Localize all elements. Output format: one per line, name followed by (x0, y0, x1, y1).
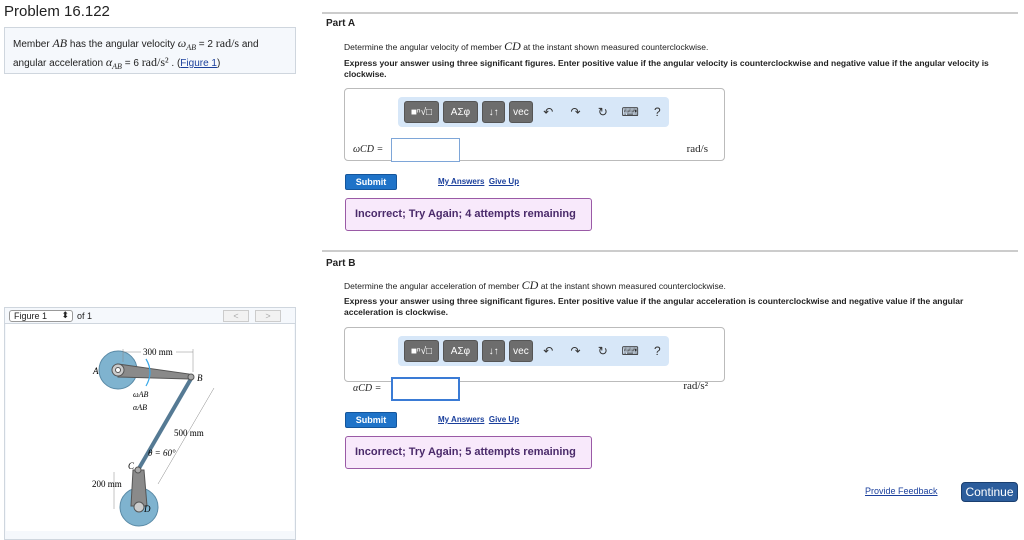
sub: AB (186, 43, 197, 52)
divider (322, 12, 1018, 14)
alpha-cd-input[interactable] (391, 377, 460, 401)
part-a-question: Determine the angular velocity of member… (344, 39, 708, 54)
text: ) (216, 58, 221, 69)
figure-select-value: Figure 1 (14, 310, 48, 321)
figure-image: 300 mm 500 mm 200 mm θ = 60° A B C D ωAB… (6, 324, 294, 531)
updown-icon: ⬍ (61, 310, 69, 320)
omega-cd-input[interactable] (391, 138, 460, 162)
unit-label: rad/s² (683, 380, 708, 392)
var: CD (504, 39, 521, 53)
omega-symbol: ω (177, 36, 187, 50)
text: Member (13, 39, 53, 50)
text: has the angular velocity (67, 39, 178, 50)
vec-button[interactable]: vec (509, 101, 533, 123)
figure-panel: Figure 1 ⬍ of 1 < > 300 mm 500 mm 200 mm … (4, 307, 296, 540)
keyboard-icon[interactable]: ⌨ (618, 344, 641, 358)
redo-icon[interactable]: ↷ (564, 105, 587, 119)
sub: AB (112, 62, 122, 71)
label-d: D (143, 504, 151, 514)
text: Determine the angular acceleration of me… (344, 281, 522, 291)
label-alpha-ab: αAB (133, 403, 147, 412)
greek-button[interactable]: ΑΣφ (442, 101, 478, 123)
label-a: A (92, 366, 99, 376)
problem-title: Problem 16.122 (4, 3, 110, 20)
templates-button[interactable]: ■ⁿ√□ (404, 340, 439, 362)
arrows-button[interactable]: ↓↑ (481, 101, 506, 123)
keyboard-icon[interactable]: ⌨ (618, 105, 641, 119)
feedback-message: Incorrect; Try Again; 4 attempts remaini… (345, 198, 592, 231)
var-ab: AB (52, 36, 68, 50)
dim-500: 500 mm (174, 428, 204, 438)
provide-feedback-link[interactable]: Provide Feedback (865, 486, 938, 496)
var: CD (521, 278, 539, 292)
text: = 6 (121, 58, 142, 69)
part-b-instructions: Express your answer using three signific… (344, 296, 964, 317)
greek-button[interactable]: ΑΣφ (442, 340, 478, 362)
part-a-instructions: Express your answer using three signific… (344, 58, 989, 79)
my-answers-link[interactable]: My Answers (438, 177, 484, 186)
text: and (239, 39, 259, 50)
text: at the instant shown measured counterclo… (538, 281, 726, 291)
submit-button[interactable]: Submit (345, 174, 397, 190)
problem-statement: Member AB has the angular velocity ωAB =… (4, 27, 296, 74)
continue-button[interactable]: Continue (961, 482, 1018, 502)
theta-label: θ = 60° (148, 448, 176, 458)
label-omega-ab: ωAB (133, 390, 149, 399)
part-a-answer-box: ■ⁿ√□ ΑΣφ ↓↑ vec ↶ ↷ ↻ ⌨ ? ωCD = rad/s (344, 88, 725, 162)
math-toolbar: ■ⁿ√□ ΑΣφ ↓↑ vec ↶ ↷ ↻ ⌨ ? (398, 336, 669, 366)
arrows-button[interactable]: ↓↑ (481, 340, 506, 362)
reset-icon[interactable]: ↻ (591, 344, 614, 358)
templates-button[interactable]: ■ⁿ√□ (404, 101, 439, 123)
unit-label: rad/s (686, 143, 708, 155)
text: = 2 (196, 39, 216, 50)
label-b: B (197, 373, 203, 383)
undo-icon[interactable]: ↶ (537, 344, 560, 358)
vec-button[interactable]: vec (509, 340, 533, 362)
part-b-question: Determine the angular acceleration of me… (344, 278, 726, 293)
unit: rad/s² (141, 55, 169, 69)
label-c: C (128, 461, 135, 471)
text: at the instant shown measured counterclo… (520, 42, 709, 52)
help-icon[interactable]: ? (646, 105, 669, 119)
prev-figure-button[interactable]: < (223, 310, 249, 322)
link-ab (117, 363, 190, 380)
divider (322, 250, 1018, 252)
give-up-link[interactable]: Give Up (489, 177, 519, 186)
feedback-message: Incorrect; Try Again; 5 attempts remaini… (345, 436, 592, 469)
alpha-cd-label: αCD = (353, 383, 382, 394)
figure-select[interactable]: Figure 1 ⬍ (9, 309, 73, 322)
omega-cd-label: ωCD = (353, 144, 384, 155)
text: Determine the angular velocity of member (344, 42, 505, 52)
submit-button[interactable]: Submit (345, 412, 397, 428)
part-b-answer-box: ■ⁿ√□ ΑΣφ ↓↑ vec ↶ ↷ ↻ ⌨ ? αCD = rad/s² (344, 327, 725, 401)
redo-icon[interactable]: ↷ (564, 344, 587, 358)
part-a-heading: Part A (326, 18, 356, 29)
give-up-link[interactable]: Give Up (489, 415, 519, 424)
text: . ( (168, 58, 181, 69)
dim-200: 200 mm (92, 479, 122, 489)
part-b-heading: Part B (326, 258, 356, 269)
link-cd (130, 469, 148, 507)
text: angular acceleration (13, 58, 106, 69)
figure-link[interactable]: Figure 1 (180, 58, 217, 69)
undo-icon[interactable]: ↶ (537, 105, 560, 119)
next-figure-button[interactable]: > (255, 310, 281, 322)
math-toolbar: ■ⁿ√□ ΑΣφ ↓↑ vec ↶ ↷ ↻ ⌨ ? (398, 97, 669, 127)
figure-count: of 1 (77, 310, 93, 321)
dim-300: 300 mm (143, 347, 173, 357)
my-answers-link[interactable]: My Answers (438, 415, 484, 424)
unit: rad/s (215, 36, 240, 50)
reset-icon[interactable]: ↻ (591, 105, 614, 119)
help-icon[interactable]: ? (646, 344, 669, 358)
